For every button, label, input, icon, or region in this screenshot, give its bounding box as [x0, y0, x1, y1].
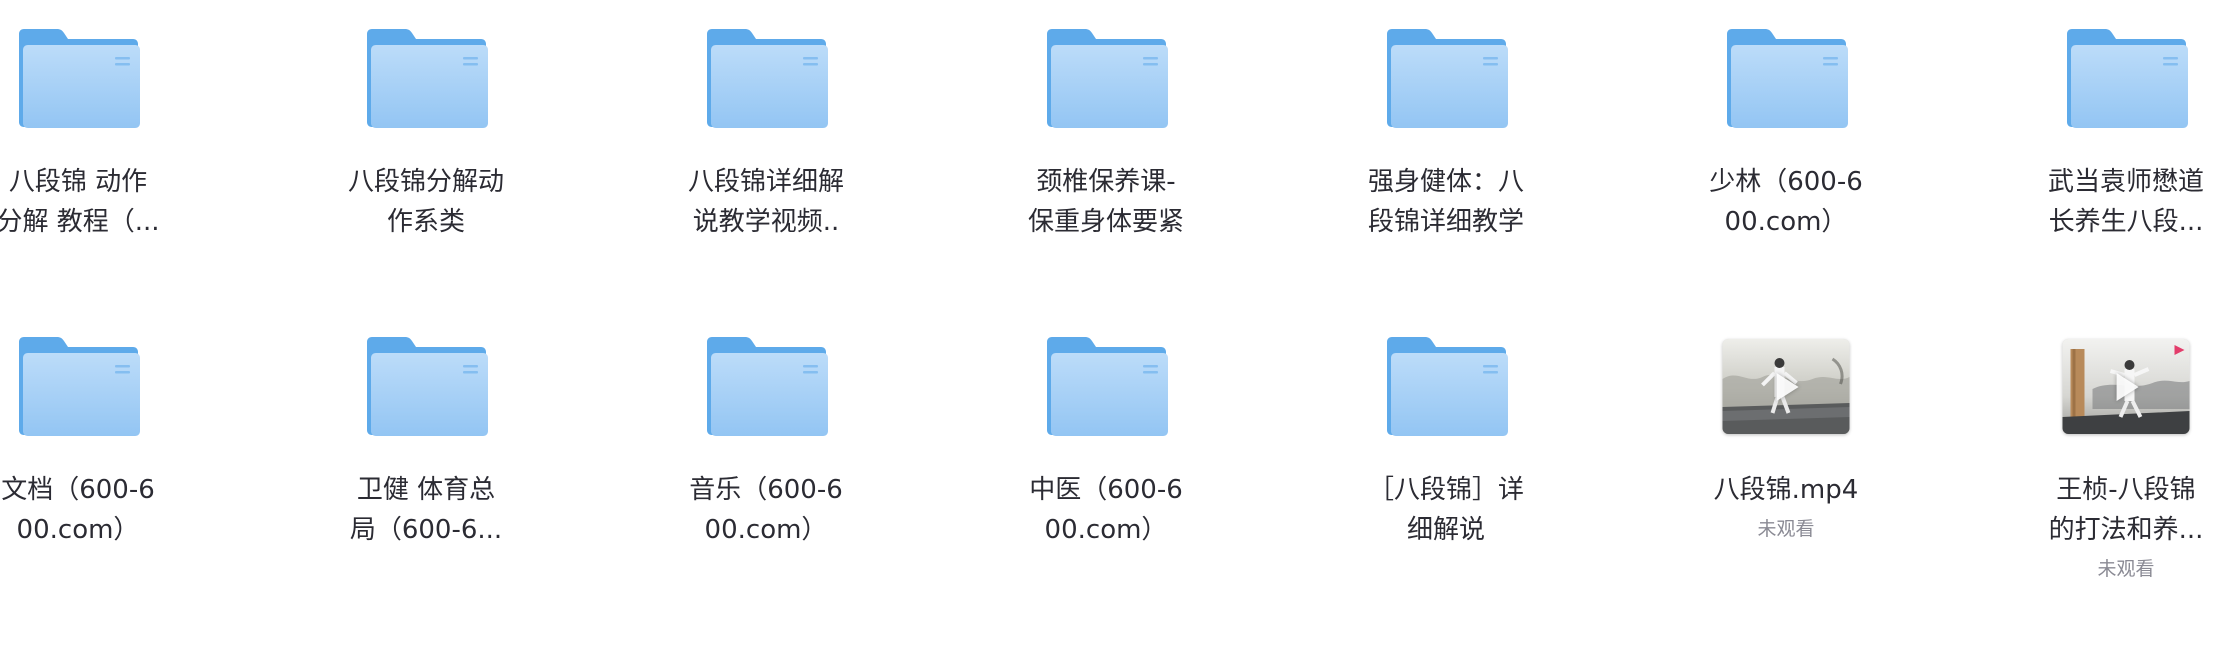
- folder-icon: [361, 320, 491, 438]
- item-name: 中医（600-6 00.com）: [1029, 475, 1183, 545]
- folder-icon: [1041, 320, 1171, 438]
- file-grid: 八段锦 动作 分解 教程（... 八段锦分解动 作系类 八段锦详细解 说教学视频.. …: [0, 0, 2226, 648]
- item-name: 八段锦.mp4: [1713, 475, 1859, 505]
- folder-item[interactable]: 中医（600-6 00.com）: [1006, 320, 1206, 550]
- folder-item[interactable]: ［八段锦］详 细解说: [1346, 320, 1546, 550]
- folder-icon: [701, 320, 831, 438]
- item-name: 强身健体：八 段锦详细教学: [1367, 167, 1524, 237]
- video-item[interactable]: 八段锦.mp4 未观看: [1686, 320, 1886, 548]
- folder-icon: [1721, 12, 1851, 130]
- item-name: ［八段锦］详 细解说: [1367, 475, 1524, 545]
- item-name: 少林（600-6 00.com）: [1709, 167, 1863, 237]
- folder-icon: [701, 12, 831, 130]
- item-name: 八段锦 动作 分解 教程（...: [0, 167, 160, 237]
- video-thumbnail: [1721, 320, 1851, 438]
- item-name: 武当袁师懋道 长养生八段...: [2047, 167, 2204, 237]
- folder-icon: [2061, 12, 2191, 130]
- item-name: 八段锦分解动 作系类: [347, 167, 504, 237]
- item-name: 文档（600-6 00.com）: [1, 475, 155, 545]
- folder-item[interactable]: 八段锦分解动 作系类: [326, 12, 526, 242]
- play-icon: [1776, 372, 1799, 401]
- folder-item[interactable]: 音乐（600-6 00.com）: [666, 320, 866, 550]
- folder-item[interactable]: 八段锦 动作 分解 教程（...: [0, 12, 178, 242]
- item-name: 音乐（600-6 00.com）: [689, 475, 843, 545]
- item-name: 卫健 体育总 局（600-6...: [349, 475, 503, 545]
- folder-icon: [13, 12, 143, 130]
- folder-icon: [1381, 320, 1511, 438]
- play-icon: [2116, 372, 2139, 401]
- item-name: 颈椎保养课- 保重身体要紧: [1027, 167, 1184, 237]
- video-item[interactable]: 王桢-八段锦 的打法和养... 未观看: [2026, 320, 2226, 588]
- watch-status: 未观看: [2097, 558, 2155, 580]
- folder-item[interactable]: 强身健体：八 段锦详细教学: [1346, 12, 1546, 242]
- watch-status: 未观看: [1757, 518, 1815, 540]
- folder-item[interactable]: 少林（600-6 00.com）: [1686, 12, 1886, 242]
- folder-item[interactable]: 文档（600-6 00.com）: [0, 320, 178, 550]
- item-name: 八段锦详细解 说教学视频..: [687, 167, 844, 237]
- folder-item[interactable]: 八段锦详细解 说教学视频..: [666, 12, 866, 242]
- folder-item[interactable]: 颈椎保养课- 保重身体要紧: [1006, 12, 1206, 242]
- folder-icon: [361, 12, 491, 130]
- folder-item[interactable]: 武当袁师懋道 长养生八段...: [2026, 12, 2226, 242]
- folder-icon: [13, 320, 143, 438]
- item-name: 王桢-八段锦 的打法和养...: [2048, 475, 2204, 545]
- folder-icon: [1381, 12, 1511, 130]
- video-thumbnail: [2061, 320, 2191, 438]
- folder-item[interactable]: 卫健 体育总 局（600-6...: [326, 320, 526, 550]
- folder-icon: [1041, 12, 1171, 130]
